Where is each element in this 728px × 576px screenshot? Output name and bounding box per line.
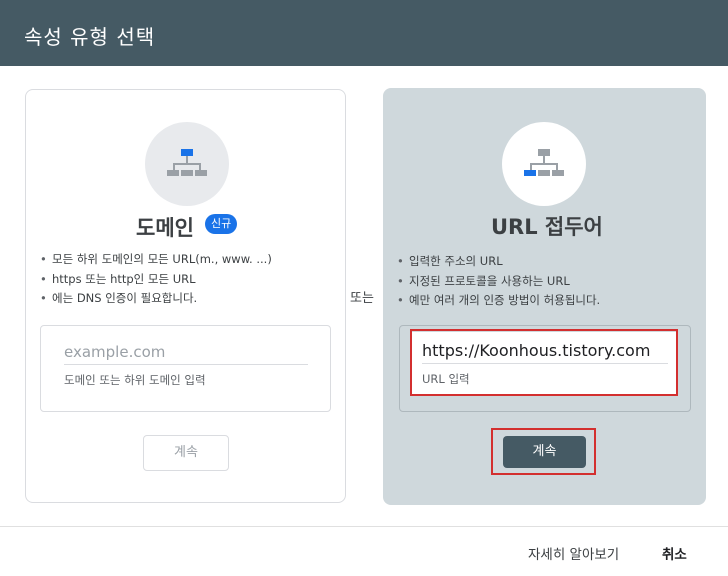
domain-continue-button[interactable]: 계속 [143, 435, 229, 471]
continue-button-highlight [491, 428, 596, 475]
domain-input-helper: 도메인 또는 하위 도메인 입력 [64, 373, 206, 387]
list-item: https 또는 http인 모든 URL [40, 270, 272, 290]
domain-input[interactable]: example.com [64, 343, 308, 365]
cancel-button[interactable]: 취소 [662, 543, 687, 563]
list-item: 지정된 프로토콜을 사용하는 URL [397, 272, 600, 292]
domain-bullet-list: 모든 하위 도메인의 모든 URL(m., www. ...) https 또는… [40, 250, 272, 309]
footer-divider [0, 526, 728, 527]
list-item: 에는 DNS 인증이 필요합니다. [40, 289, 272, 309]
url-icon-circle [502, 122, 586, 206]
or-label: 또는 [350, 291, 374, 306]
url-card-title: URL 접두어 [491, 215, 603, 239]
list-item: 입력한 주소의 URL [397, 252, 600, 272]
dialog-title: 속성 유형 선택 [24, 25, 156, 49]
sitemap-icon [524, 149, 564, 176]
domain-card[interactable]: 도메인 신규 모든 하위 도메인의 모든 URL(m., www. ...) h… [25, 89, 346, 503]
dialog-header: 속성 유형 선택 [0, 0, 728, 66]
url-prefix-card[interactable]: URL 접두어 입력한 주소의 URL 지정된 프로토콜을 사용하는 URL 예… [383, 88, 706, 505]
learn-more-button[interactable]: 자세히 알아보기 [528, 543, 619, 563]
sitemap-icon [167, 149, 207, 176]
url-input-highlight [410, 329, 678, 396]
domain-card-title: 도메인 [136, 216, 194, 240]
url-bullet-list: 입력한 주소의 URL 지정된 프로토콜을 사용하는 URL 예만 여러 개의 … [397, 252, 600, 311]
list-item: 모든 하위 도메인의 모든 URL(m., www. ...) [40, 250, 272, 270]
domain-input-container: example.com 도메인 또는 하위 도메인 입력 [40, 325, 331, 412]
domain-icon-circle [145, 122, 229, 206]
new-badge: 신규 [205, 214, 238, 234]
list-item: 예만 여러 개의 인증 방법이 허용됩니다. [397, 291, 600, 311]
